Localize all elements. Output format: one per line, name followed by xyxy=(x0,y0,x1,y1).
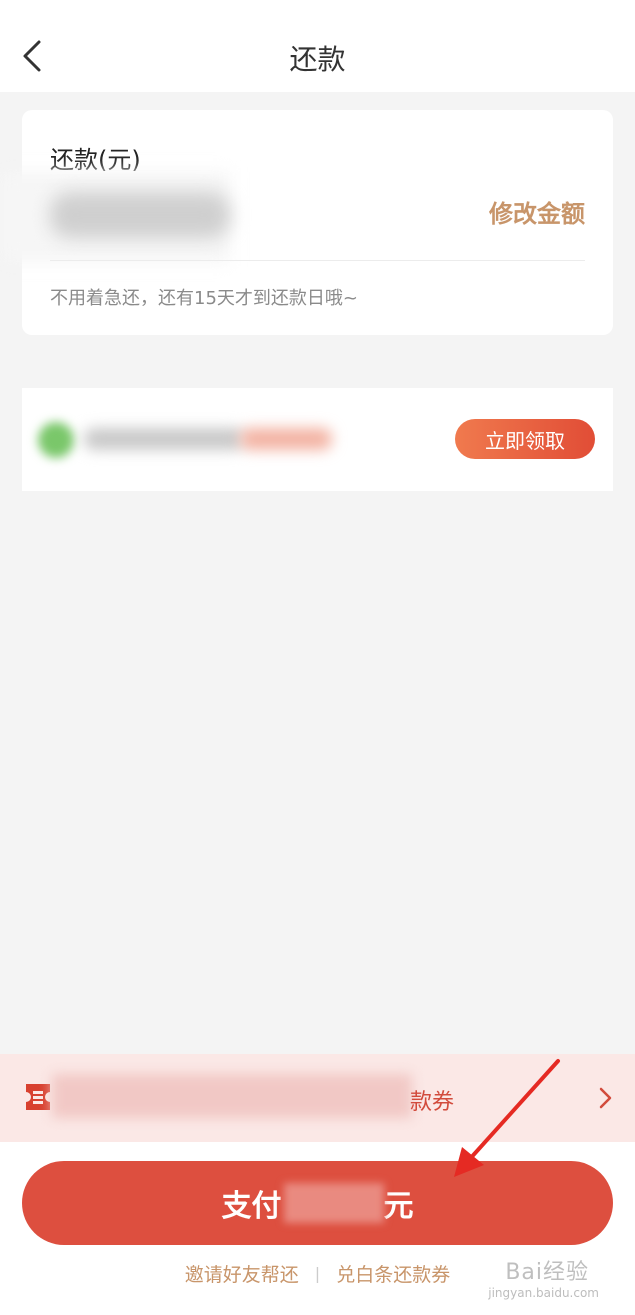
watermark-logo: Bai经验 xyxy=(505,1260,589,1285)
amount-value-redacted xyxy=(50,192,230,238)
chevron-right-icon xyxy=(599,1087,612,1109)
link-separator: | xyxy=(314,1264,321,1283)
coupon-bar[interactable]: 款券 xyxy=(0,1054,635,1142)
due-hint-text: 不用着急还，还有15天才到还款日哦~ xyxy=(50,288,358,309)
coupon-text: 款券 xyxy=(410,1090,455,1115)
pay-button[interactable]: 支付 元 xyxy=(22,1161,613,1245)
ticket-icon xyxy=(26,1084,50,1110)
promo-icon-redacted xyxy=(38,422,74,458)
promo-card: 立即领取 xyxy=(22,388,613,491)
coupon-text-redacted xyxy=(52,1074,412,1118)
invite-friend-link[interactable]: 邀请好友帮还 xyxy=(185,1260,299,1287)
promo-text-redacted xyxy=(84,428,244,450)
redeem-coupon-link[interactable]: 兑白条还款券 xyxy=(336,1260,450,1287)
pay-amount-redacted xyxy=(283,1183,384,1223)
pay-label-prefix: 支付 xyxy=(221,1189,282,1224)
page-title: 还款 xyxy=(289,43,346,76)
pay-label-suffix: 元 xyxy=(383,1189,414,1224)
promo-highlight-redacted xyxy=(240,428,332,450)
claim-now-button[interactable]: 立即领取 xyxy=(455,419,595,459)
divider xyxy=(50,260,585,261)
watermark-url: jingyan.baidu.com xyxy=(488,1286,599,1300)
amount-label: 还款(元) xyxy=(50,146,141,174)
top-nav-bar: 还款 xyxy=(0,0,635,92)
modify-amount-link[interactable]: 修改金额 xyxy=(489,194,585,229)
baidu-jingyan-watermark: Bai经验 jingyan.baidu.com xyxy=(471,1248,621,1308)
repayment-card: 还款(元) 修改金额 不用着急还，还有15天才到还款日哦~ xyxy=(0,110,613,335)
